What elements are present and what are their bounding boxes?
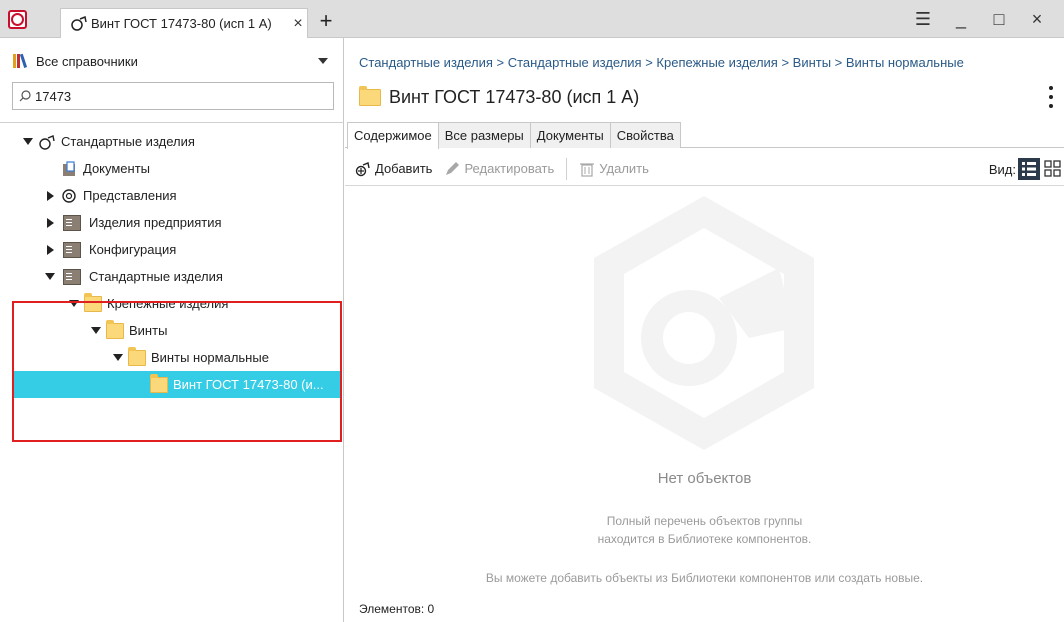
tab-properties[interactable]: Свойства bbox=[609, 122, 681, 148]
status-count: Элементов: 0 bbox=[359, 602, 435, 616]
folder-icon bbox=[359, 85, 381, 106]
empty-state-desc-line2: находится в Библиотеке компонентов. bbox=[597, 532, 812, 546]
view-label: Вид: bbox=[988, 161, 1016, 177]
tree-item-label: Документы bbox=[83, 161, 151, 176]
close-window-button[interactable]: × bbox=[1018, 6, 1056, 32]
book-icon bbox=[63, 214, 81, 231]
add-button-label: Добавить bbox=[375, 161, 433, 176]
tree-item[interactable]: Представления bbox=[0, 182, 343, 209]
collapsed-arrow-icon[interactable] bbox=[44, 217, 56, 229]
tree-item-label: Стандартные изделия bbox=[61, 134, 195, 149]
tree-item-label: Изделия предприятия bbox=[89, 215, 222, 230]
directory-select-label: Все справочники bbox=[36, 53, 138, 69]
tab-all-sizes[interactable]: Все размеры bbox=[437, 122, 531, 148]
grid-view-icon[interactable] bbox=[1042, 158, 1064, 180]
view-switcher: Вид: bbox=[989, 158, 1064, 180]
add-icon bbox=[355, 161, 370, 176]
empty-state-watermark-icon bbox=[594, 196, 814, 450]
tree-item[interactable]: Документы bbox=[0, 155, 343, 182]
search-box[interactable] bbox=[12, 82, 334, 110]
representations-icon bbox=[62, 188, 76, 203]
content-tabs: Содержимое Все размеры Документы Свойств… bbox=[345, 122, 1064, 149]
toolbar-divider bbox=[566, 157, 568, 180]
pencil-icon bbox=[446, 161, 460, 175]
menu-icon[interactable]: ☰ bbox=[904, 6, 942, 32]
breadcrumb[interactable]: Стандартные изделия > Стандартные издели… bbox=[359, 55, 964, 70]
maximize-button[interactable]: □ bbox=[980, 6, 1018, 32]
title-bar: Винт ГОСТ 17473-80 (исп 1 А) × + ☰ _ □ × bbox=[0, 0, 1064, 38]
tree-item-label: Винты bbox=[129, 323, 168, 338]
app-logo-icon[interactable] bbox=[8, 10, 27, 29]
collapsed-arrow-icon[interactable] bbox=[44, 190, 56, 202]
list-view-icon[interactable] bbox=[1018, 158, 1040, 180]
document-tab[interactable]: Винт ГОСТ 17473-80 (исп 1 А) × bbox=[60, 8, 308, 38]
folder-icon bbox=[84, 292, 102, 312]
expanded-arrow-icon[interactable] bbox=[22, 136, 34, 148]
edit-button[interactable]: Редактировать bbox=[444, 161, 554, 177]
collapsed-arrow-icon[interactable] bbox=[44, 244, 56, 256]
expanded-arrow-icon[interactable] bbox=[112, 352, 124, 364]
tree-item[interactable]: Винты bbox=[0, 317, 343, 344]
content-panel: Стандартные изделия > Стандартные издели… bbox=[345, 38, 1064, 622]
tree-item-label: Стандартные изделия bbox=[89, 269, 223, 284]
empty-state-desc-line1: Полный перечень объектов группы bbox=[606, 514, 803, 528]
chevron-down-icon bbox=[318, 58, 328, 64]
trash-icon bbox=[580, 162, 595, 177]
documents-icon bbox=[63, 160, 75, 176]
page-title: Винт ГОСТ 17473-80 (исп 1 А) bbox=[389, 86, 640, 107]
new-tab-button[interactable]: + bbox=[314, 8, 338, 36]
tree-item[interactable]: Конфигурация bbox=[0, 236, 343, 263]
empty-state-title: Нет объектов bbox=[657, 470, 752, 487]
tree-item[interactable]: Изделия предприятия bbox=[0, 209, 343, 236]
tree-item[interactable]: Крепежные изделия bbox=[0, 290, 343, 317]
tree-item[interactable]: Винт ГОСТ 17473-80 (и... bbox=[14, 371, 342, 398]
tree-item-label: Представления bbox=[83, 188, 177, 203]
divider bbox=[0, 122, 344, 123]
edit-button-label: Редактировать bbox=[464, 161, 555, 176]
standard-parts-icon bbox=[39, 134, 55, 150]
book-icon bbox=[63, 268, 81, 285]
directory-select[interactable]: Все справочники bbox=[12, 48, 334, 74]
expanded-arrow-icon[interactable] bbox=[44, 271, 56, 283]
expanded-arrow-icon[interactable] bbox=[90, 325, 102, 337]
tree-item-label: Крепежные изделия bbox=[107, 296, 229, 311]
empty-state-description: Полный перечень объектов группы находитс… bbox=[345, 512, 1064, 548]
tree-item[interactable]: Стандартные изделия bbox=[0, 263, 343, 290]
tree-item-label: Конфигурация bbox=[89, 242, 177, 257]
standard-parts-icon bbox=[71, 15, 87, 31]
add-button[interactable]: Добавить bbox=[355, 161, 432, 177]
tab-contents[interactable]: Содержимое bbox=[347, 122, 439, 149]
directory-panel: Все справочники Стандартные изделия Докум… bbox=[0, 38, 344, 622]
empty-state-hint: Вы можете добавить объекты из Библиотеки… bbox=[485, 571, 924, 585]
minimize-button[interactable]: _ bbox=[942, 6, 980, 32]
document-tab-title: Винт ГОСТ 17473-80 (исп 1 А) bbox=[91, 16, 272, 31]
search-input[interactable] bbox=[35, 88, 333, 104]
tree-item-label: Винты нормальные bbox=[151, 350, 269, 365]
more-menu-icon[interactable] bbox=[1046, 84, 1056, 110]
folder-icon bbox=[106, 319, 124, 339]
tree-item-label: Винт ГОСТ 17473-80 (и... bbox=[173, 377, 324, 392]
page-title-row: Винт ГОСТ 17473-80 (исп 1 А) bbox=[359, 82, 639, 112]
toolbar: Добавить Редактировать Удалить Вид: bbox=[345, 152, 1064, 186]
search-icon bbox=[19, 90, 31, 102]
folder-icon bbox=[128, 346, 146, 366]
expanded-arrow-icon[interactable] bbox=[68, 298, 80, 310]
folder-icon bbox=[150, 373, 168, 393]
tree-item[interactable]: Стандартные изделия bbox=[0, 128, 343, 155]
tree-item[interactable]: Винты нормальные bbox=[0, 344, 343, 371]
book-icon bbox=[63, 241, 81, 258]
tab-close-icon[interactable]: × bbox=[289, 15, 307, 33]
library-icon bbox=[13, 53, 28, 68]
delete-button[interactable]: Удалить bbox=[579, 161, 649, 177]
directory-tree: Стандартные изделия Документы Представлени… bbox=[0, 128, 343, 398]
delete-button-label: Удалить bbox=[599, 161, 649, 176]
tab-documents[interactable]: Документы bbox=[529, 122, 611, 148]
window-controls: ☰ _ □ × bbox=[904, 6, 1056, 32]
